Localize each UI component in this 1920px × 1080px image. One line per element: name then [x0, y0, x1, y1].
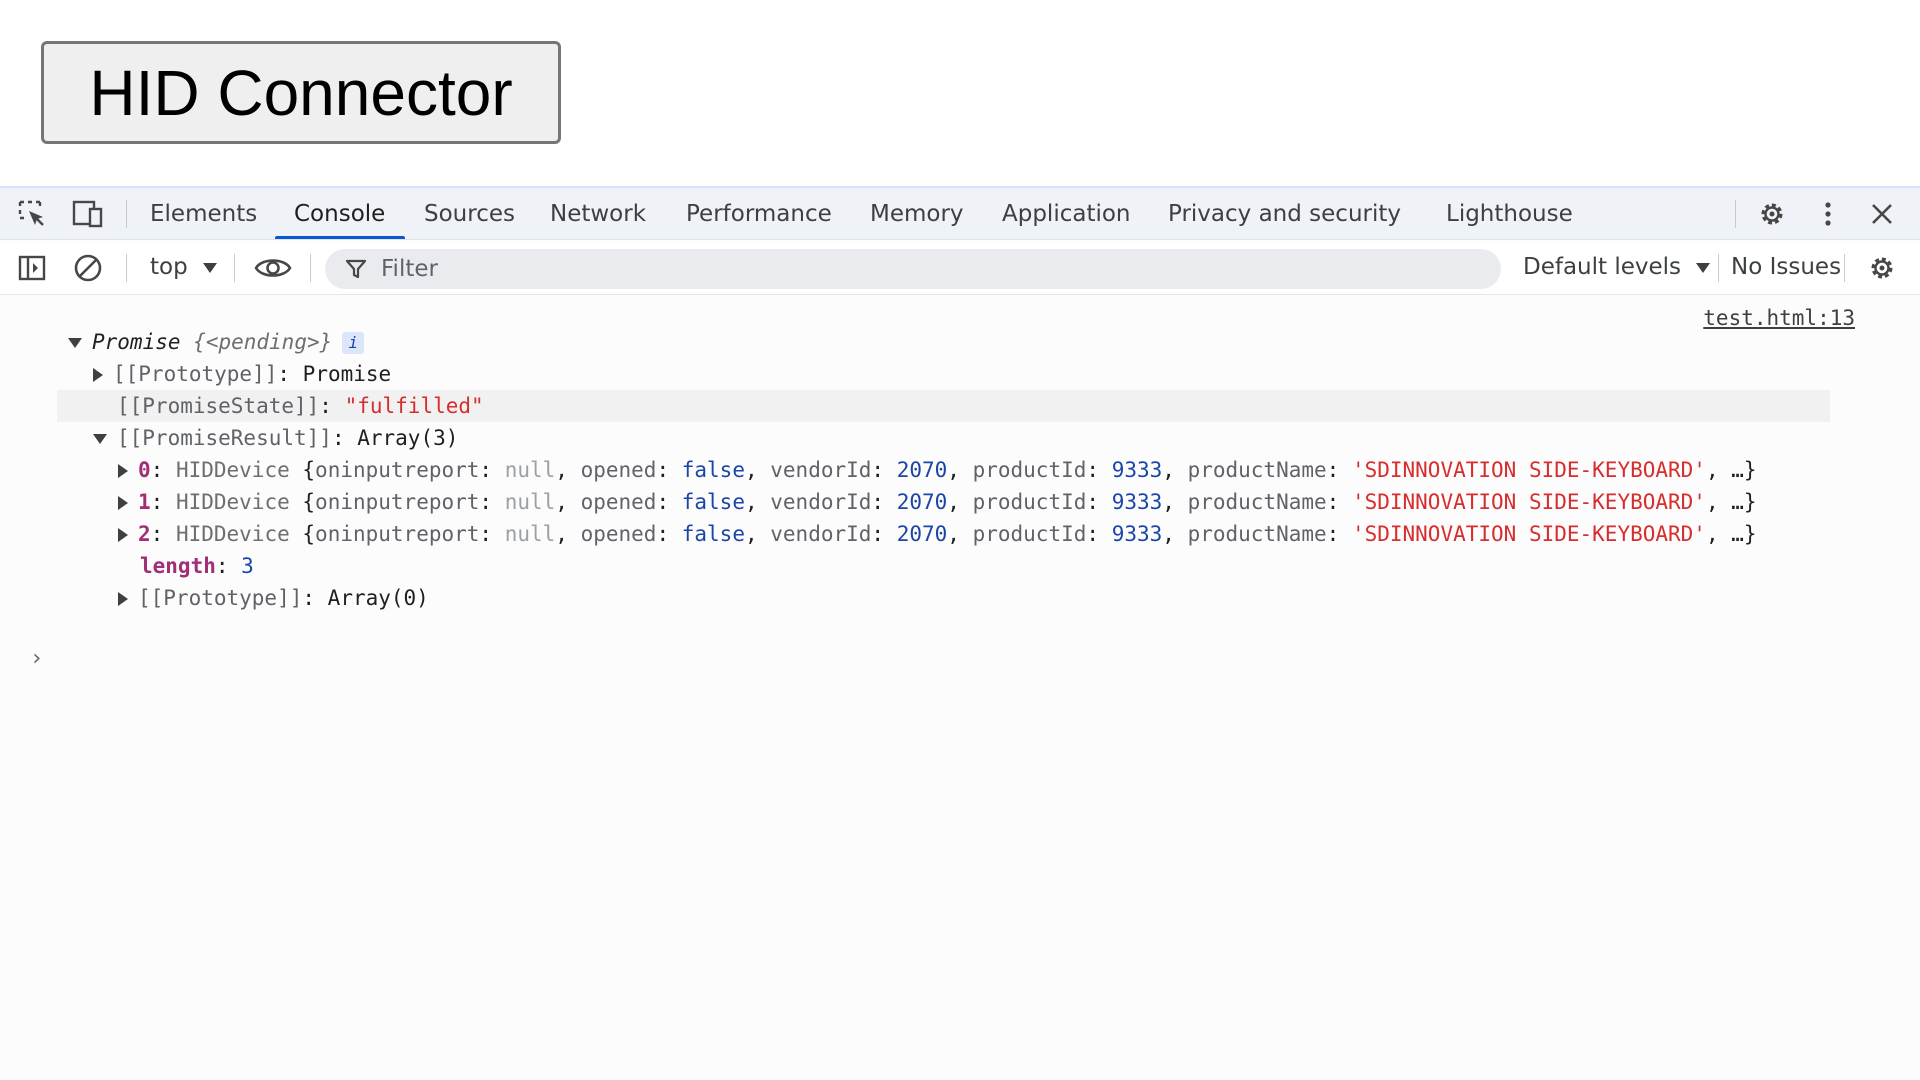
product-name-value: 'SDINNOVATION SIDE-KEYBOARD' — [1351, 458, 1706, 482]
page-content: HID Connector — [0, 0, 1920, 185]
clear-console-icon[interactable] — [72, 252, 104, 284]
object-type: HIDDevice — [175, 522, 290, 546]
inspect-element-icon[interactable] — [16, 198, 48, 230]
tab-console[interactable]: Console — [294, 188, 385, 240]
expand-triangle-icon — [118, 464, 128, 478]
prop-value: Array(3) — [357, 426, 459, 450]
array-prototype-row[interactable]: [[Prototype]]: Array(0) — [118, 582, 429, 614]
promise-row[interactable]: Promise {<pending>} i — [68, 326, 365, 358]
array-index: 2 — [138, 522, 151, 546]
product-id-value: 9333 — [1111, 522, 1163, 546]
dropdown-arrow-icon — [1696, 262, 1711, 273]
object-type: HIDDevice — [175, 458, 290, 482]
dropdown-arrow-icon — [203, 262, 218, 273]
vendor-id-value: 2070 — [896, 458, 948, 482]
filter-input[interactable] — [381, 249, 1481, 289]
toolbar-divider — [1718, 254, 1719, 282]
promise-result-row[interactable]: [[PromiseResult]]: Array(3) — [93, 422, 458, 454]
toolbar-divider — [126, 254, 127, 282]
console-settings-gear-icon[interactable] — [1866, 252, 1898, 284]
log-levels-dropdown[interactable]: Default levels — [1523, 254, 1711, 280]
prop-value: 3 — [241, 554, 254, 578]
console-toolbar: top Default levels No Issues — [0, 241, 1920, 295]
prop-key: [[Prototype]] — [138, 586, 303, 610]
vendor-id-value: 2070 — [896, 490, 948, 514]
devtools-panel: Elements Console Sources Network Perform… — [0, 186, 1920, 1080]
info-icon[interactable]: i — [342, 332, 365, 354]
prop-key: [[PromiseState]] — [117, 394, 320, 418]
opened-value: false — [681, 458, 745, 482]
device-toolbar-icon[interactable] — [72, 198, 104, 230]
devtools-tabbar: Elements Console Sources Network Perform… — [0, 188, 1920, 240]
log-levels-label: Default levels — [1523, 254, 1682, 280]
expand-triangle-icon — [68, 338, 82, 348]
tab-elements[interactable]: Elements — [150, 188, 257, 240]
oninputreport-value: null — [504, 490, 556, 514]
tab-network[interactable]: Network — [550, 188, 646, 240]
device-row[interactable]: 0: HIDDevice {oninputreport: null, opene… — [118, 454, 1757, 486]
device-row[interactable]: 2: HIDDevice {oninputreport: null, opene… — [118, 518, 1757, 550]
product-id-value: 9333 — [1111, 490, 1163, 514]
filter-funnel-icon — [345, 258, 367, 284]
oninputreport-value: null — [504, 522, 556, 546]
toolbar-divider — [1735, 200, 1736, 228]
source-link[interactable]: test.html:13 — [1703, 306, 1855, 330]
console-prompt[interactable]: › — [30, 646, 43, 671]
prop-key: [[PromiseResult]] — [117, 426, 332, 450]
length-row: length: 3 — [140, 554, 254, 578]
expand-triangle-icon — [118, 528, 128, 542]
close-icon[interactable] — [1866, 198, 1898, 230]
console-output: test.html:13 Promise {<pending>} i [[Prot… — [0, 296, 1920, 1080]
array-index: 0 — [138, 458, 151, 482]
prop-value: Array(0) — [327, 586, 429, 610]
toolbar-divider — [1844, 254, 1845, 282]
oninputreport-value: null — [504, 458, 556, 482]
promise-label: Promise — [92, 330, 181, 354]
prototype-row[interactable]: [[Prototype]]: Promise — [93, 358, 391, 390]
tab-performance[interactable]: Performance — [686, 188, 832, 240]
sidebar-toggle-icon[interactable] — [16, 252, 48, 284]
vendor-id-value: 2070 — [896, 522, 948, 546]
expand-triangle-icon — [93, 434, 107, 444]
filter-box — [325, 249, 1501, 289]
toolbar-divider — [126, 200, 127, 228]
prop-value: Promise — [302, 362, 392, 386]
prop-key: [[Prototype]] — [113, 362, 278, 386]
context-label: top — [150, 254, 188, 280]
settings-gear-icon[interactable] — [1756, 198, 1788, 230]
hid-connector-button[interactable]: HID Connector — [41, 41, 561, 144]
object-type: HIDDevice — [175, 490, 290, 514]
toolbar-divider — [310, 254, 311, 282]
context-selector[interactable]: top — [150, 254, 218, 280]
product-id-value: 9333 — [1111, 458, 1163, 482]
product-name-value: 'SDINNOVATION SIDE-KEYBOARD' — [1351, 522, 1706, 546]
expand-triangle-icon — [118, 592, 128, 606]
tab-privacy-security[interactable]: Privacy and security — [1168, 188, 1401, 240]
prop-key: length — [140, 554, 216, 578]
promise-state-row: [[PromiseState]]: "fulfilled" — [117, 394, 484, 418]
live-expression-eye-icon[interactable] — [254, 252, 292, 284]
prop-value: "fulfilled" — [344, 394, 484, 418]
opened-value: false — [681, 490, 745, 514]
expand-triangle-icon — [93, 368, 103, 382]
opened-value: false — [681, 522, 745, 546]
product-name-value: 'SDINNOVATION SIDE-KEYBOARD' — [1351, 490, 1706, 514]
active-tab-indicator — [275, 236, 405, 239]
tab-application[interactable]: Application — [1002, 188, 1131, 240]
tab-sources[interactable]: Sources — [424, 188, 515, 240]
device-row[interactable]: 1: HIDDevice {oninputreport: null, opene… — [118, 486, 1757, 518]
more-options-icon[interactable] — [1812, 198, 1844, 230]
tab-lighthouse[interactable]: Lighthouse — [1446, 188, 1573, 240]
expand-triangle-icon — [118, 496, 128, 510]
array-index: 1 — [138, 490, 151, 514]
toolbar-divider — [234, 254, 235, 282]
tab-memory[interactable]: Memory — [870, 188, 964, 240]
promise-preview: {<pending>} — [193, 330, 333, 354]
issues-counter[interactable]: No Issues — [1731, 254, 1841, 280]
